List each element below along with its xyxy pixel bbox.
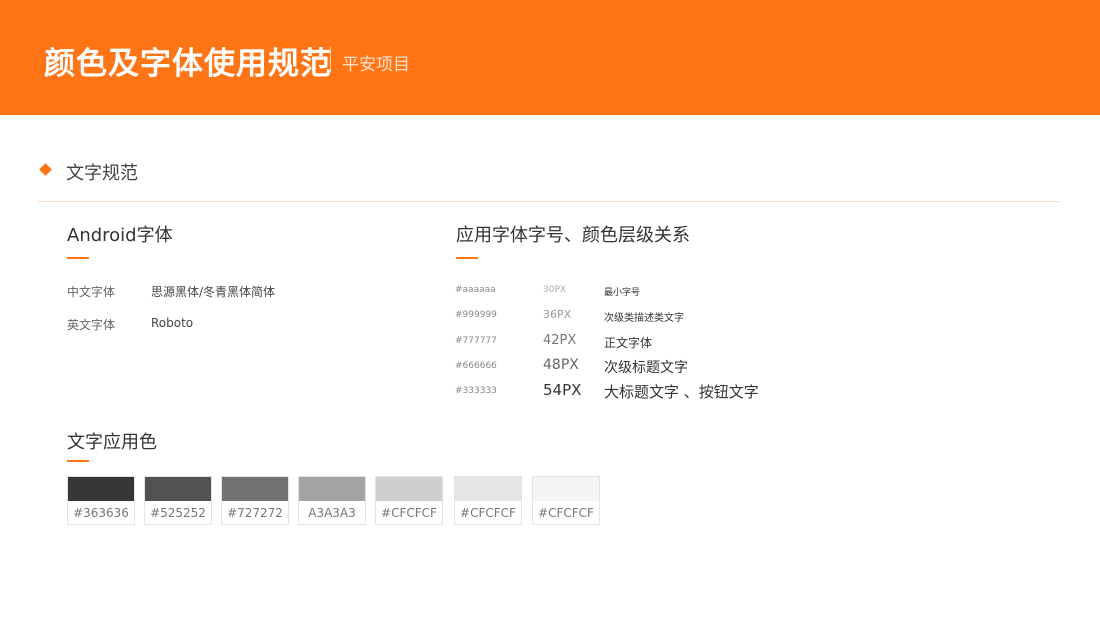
- swatch-label: #363636: [73, 506, 129, 520]
- scale-hex: #999999: [455, 310, 497, 320]
- swatch-chip: [376, 477, 442, 501]
- color-swatch: #727272: [221, 476, 289, 525]
- scale-hex: #777777: [455, 336, 497, 346]
- section-label: 文字规范: [66, 163, 138, 184]
- swatch-label: #CFCFCF: [381, 506, 437, 520]
- page-title: 颜色及字体使用规范: [44, 46, 332, 82]
- font-row-key: 中文字体: [67, 285, 116, 299]
- palette-title-underline: [67, 460, 89, 462]
- swatch-chip: [145, 477, 211, 501]
- type-scale-title: 应用字体字号、颜色层级关系: [456, 225, 690, 246]
- header-banner: 颜色及字体使用规范 平安项目: [0, 0, 1100, 115]
- scale-size: 54PX: [543, 381, 582, 399]
- title-divider: [330, 47, 331, 72]
- swatch-chip: [299, 477, 365, 501]
- scale-desc: 次级标题文字: [604, 360, 688, 376]
- scale-desc: 次级类描述类文字: [604, 313, 684, 324]
- color-swatch: #CFCFCF: [532, 476, 600, 525]
- scale-size: 36PX: [543, 308, 572, 321]
- color-swatch: A3A3A3: [298, 476, 366, 525]
- swatch-label: #CFCFCF: [538, 506, 594, 520]
- color-swatch: #525252: [144, 476, 212, 525]
- section-divider: [38, 201, 1060, 202]
- palette-title: 文字应用色: [67, 432, 157, 453]
- scale-hex: #333333: [455, 386, 497, 396]
- swatch-chip: [222, 477, 288, 501]
- scale-size: 30PX: [543, 285, 567, 295]
- swatch-label: #CFCFCF: [460, 506, 516, 520]
- scale-desc: 大标题文字 、按钮文字: [604, 383, 759, 401]
- font-row-value: 思源黑体/冬青黑体简体: [151, 285, 276, 299]
- scale-desc: 正文字体: [604, 336, 653, 350]
- swatch-chip: [533, 477, 599, 501]
- swatch-label: A3A3A3: [308, 506, 356, 520]
- scale-size: 48PX: [543, 357, 579, 373]
- android-title-underline: [67, 257, 89, 259]
- diamond-bullet-icon: [39, 163, 52, 176]
- color-swatch: #CFCFCF: [375, 476, 443, 525]
- color-swatch: #363636: [67, 476, 135, 525]
- swatch-label: #525252: [150, 506, 206, 520]
- font-row-key: 英文字体: [67, 318, 116, 332]
- swatch-chip: [455, 477, 521, 501]
- scale-hex: #666666: [455, 361, 497, 371]
- type-scale-underline: [456, 257, 478, 259]
- android-font-title: Android字体: [67, 225, 173, 246]
- project-subtitle: 平安项目: [342, 55, 410, 75]
- swatch-label: #727272: [227, 506, 283, 520]
- color-swatch: #CFCFCF: [454, 476, 522, 525]
- scale-size: 42PX: [543, 333, 577, 348]
- font-row-value: Roboto: [151, 316, 194, 330]
- scale-hex: #aaaaaa: [455, 285, 496, 295]
- swatch-chip: [68, 477, 134, 501]
- scale-desc: 最小字号: [604, 288, 641, 298]
